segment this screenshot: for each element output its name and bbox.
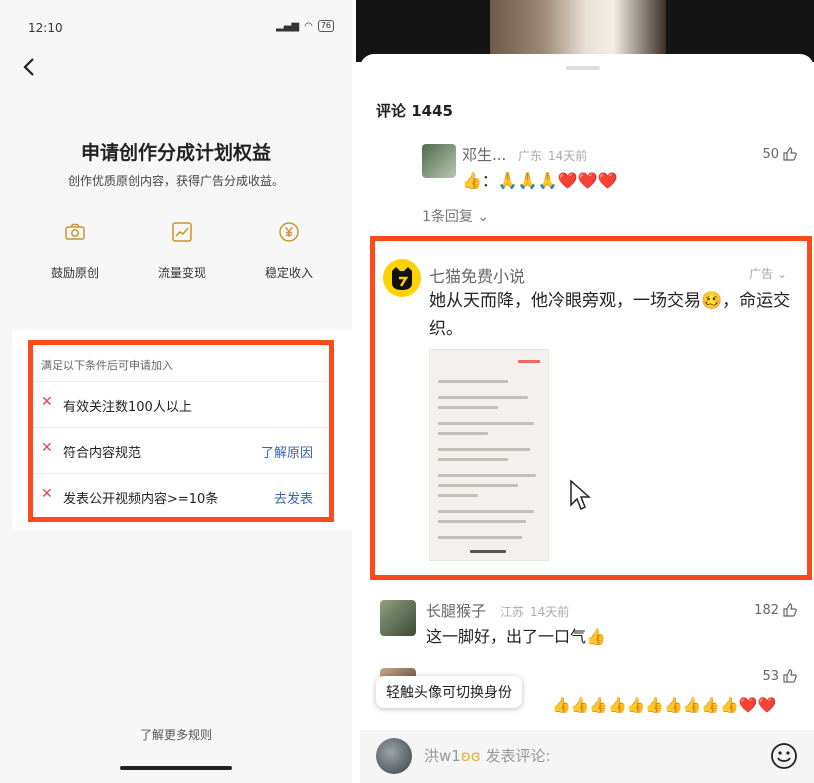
battery-icon: 76 — [317, 20, 334, 32]
switch-identity-tooltip: 轻触头像可切换身份 — [376, 676, 522, 708]
requirement-row: ✕ 有效关注数100人以上 — [33, 381, 329, 427]
benefit-label: 鼓励原创 — [50, 266, 99, 280]
benefits-row: 鼓励原创 流量变现 稳定收入 — [0, 220, 352, 290]
ad-author[interactable]: 七猫免费小说 — [429, 263, 525, 287]
video-preview[interactable] — [356, 0, 814, 62]
trend-chart-icon — [172, 222, 192, 242]
comment-location: 江苏 — [500, 605, 525, 619]
like-count: 50 — [762, 146, 779, 162]
cat-logo-icon — [392, 267, 412, 290]
learn-reason-link[interactable]: 了解原因 — [261, 442, 313, 461]
comment-body: 👍👍👍👍👍👍👍👍👍👍❤️❤️ — [552, 696, 777, 714]
like-count: 182 — [754, 602, 779, 618]
benefit-original: 鼓励原创 — [25, 220, 125, 281]
page-title: 申请创作分成计划权益 — [80, 142, 271, 164]
comment-location: 广东 — [518, 149, 543, 163]
like-button[interactable]: 50 — [762, 146, 798, 162]
right-pane: 评论 1445 邓生... 广东 14天前 50 👍：🙏🙏🙏❤️❤️❤️ 1条回… — [356, 0, 814, 783]
status-bar: 12:10 ▂▄▆ ◠ 76 — [0, 0, 352, 50]
identity-name: 洪w1 — [424, 747, 461, 765]
benefit-income: 稳定收入 — [239, 220, 339, 281]
like-count: 53 — [762, 668, 779, 684]
thumbs-up-icon — [783, 147, 797, 161]
more-rules-link[interactable]: 了解更多规则 — [0, 726, 352, 743]
emoji-icon[interactable] — [770, 742, 798, 770]
wifi-icon: ◠ — [304, 20, 313, 32]
identity-badge-icon: ʚɞ — [460, 747, 481, 765]
requirement-row: ✕ 符合内容规范 了解原因 — [33, 427, 329, 473]
ad-image[interactable] — [429, 349, 549, 561]
left-pane: 12:10 ▂▄▆ ◠ 76 申请创作分成计划权益 创作优质原创内容，获得广告分… — [0, 0, 352, 783]
signal-icon: ▂▄▆ — [276, 20, 300, 32]
comments-title: 评论 1445 — [376, 102, 453, 120]
requirement-text: 发表公开视频内容>=10条 — [63, 492, 219, 507]
camera-icon — [65, 223, 85, 240]
comment-time: 14天前 — [530, 605, 570, 619]
requirements-box: 满足以下条件后可申请加入 ✕ 有效关注数100人以上 ✕ 符合内容规范 了解原因… — [28, 340, 334, 522]
status-icons: ▂▄▆ ◠ 76 — [276, 20, 334, 32]
benefit-label: 流量变现 — [157, 266, 206, 280]
comment-body: 这一脚好，出了一口气👍 — [426, 627, 606, 646]
comment-author[interactable]: 邓生... — [462, 144, 506, 165]
replies-toggle[interactable]: 1条回复 ⌄ — [422, 206, 489, 226]
ad-label: 广告 — [749, 267, 774, 281]
video-frame — [490, 0, 666, 58]
go-publish-link[interactable]: 去发表 — [274, 488, 313, 507]
ad-comment-highlight: 七猫免费小说 广告 ⌄ 她从天而降，他冷眼旁观，一场交易🥴，命运交织。 — [370, 236, 812, 580]
comment-author[interactable]: 长腿猴子 — [426, 600, 486, 621]
comment-input[interactable]: 洪w1ʚɞ 发表评论: — [424, 738, 754, 774]
comment-input-bar: 洪w1ʚɞ 发表评论: — [360, 730, 814, 783]
requirement-row: ✕ 发表公开视频内容>=10条 去发表 — [33, 473, 329, 519]
replies-count: 1条回复 — [422, 209, 473, 225]
requirement-text: 有效关注数100人以上 — [63, 400, 192, 415]
like-button[interactable]: 53 — [762, 668, 798, 684]
thumbs-up-icon — [783, 603, 797, 617]
cross-icon: ✕ — [41, 486, 53, 502]
ad-text: 她从天而降，他冷眼旁观，一场交易🥴，命运交织。 — [429, 291, 791, 339]
yen-coin-icon — [279, 222, 299, 242]
cross-icon: ✕ — [41, 394, 53, 410]
avatar[interactable] — [380, 600, 416, 636]
chevron-down-icon: ⌄ — [477, 209, 490, 225]
mouse-cursor-icon — [570, 479, 591, 511]
avatar[interactable] — [376, 738, 412, 774]
status-time: 12:10 — [28, 21, 63, 35]
avatar[interactable] — [422, 144, 456, 178]
ad-tag[interactable]: 广告 ⌄ — [749, 265, 787, 282]
like-button[interactable]: 182 — [754, 602, 798, 618]
comment-placeholder: 发表评论: — [485, 747, 551, 765]
benefit-label: 稳定收入 — [264, 266, 313, 280]
thumbs-up-icon — [783, 669, 797, 683]
page-subtitle: 创作优质原创内容，获得广告分成收益。 — [67, 174, 284, 188]
chevron-left-icon — [23, 58, 34, 76]
chevron-down-icon: ⌄ — [776, 267, 787, 281]
requirement-text: 符合内容规范 — [63, 446, 142, 461]
requirements-heading: 满足以下条件后可申请加入 — [41, 359, 173, 372]
benefit-traffic: 流量变现 — [132, 220, 232, 281]
cross-icon: ✕ — [41, 440, 53, 456]
back-button[interactable] — [20, 56, 44, 80]
comments-sheet: 评论 1445 邓生... 广东 14天前 50 👍：🙏🙏🙏❤️❤️❤️ 1条回… — [360, 54, 814, 783]
comment-time: 14天前 — [548, 149, 588, 163]
sheet-drag-handle[interactable] — [566, 66, 600, 70]
avatar[interactable] — [383, 259, 421, 297]
comment-body: 👍：🙏🙏🙏❤️❤️❤️ — [462, 171, 618, 190]
home-indicator — [120, 766, 232, 770]
